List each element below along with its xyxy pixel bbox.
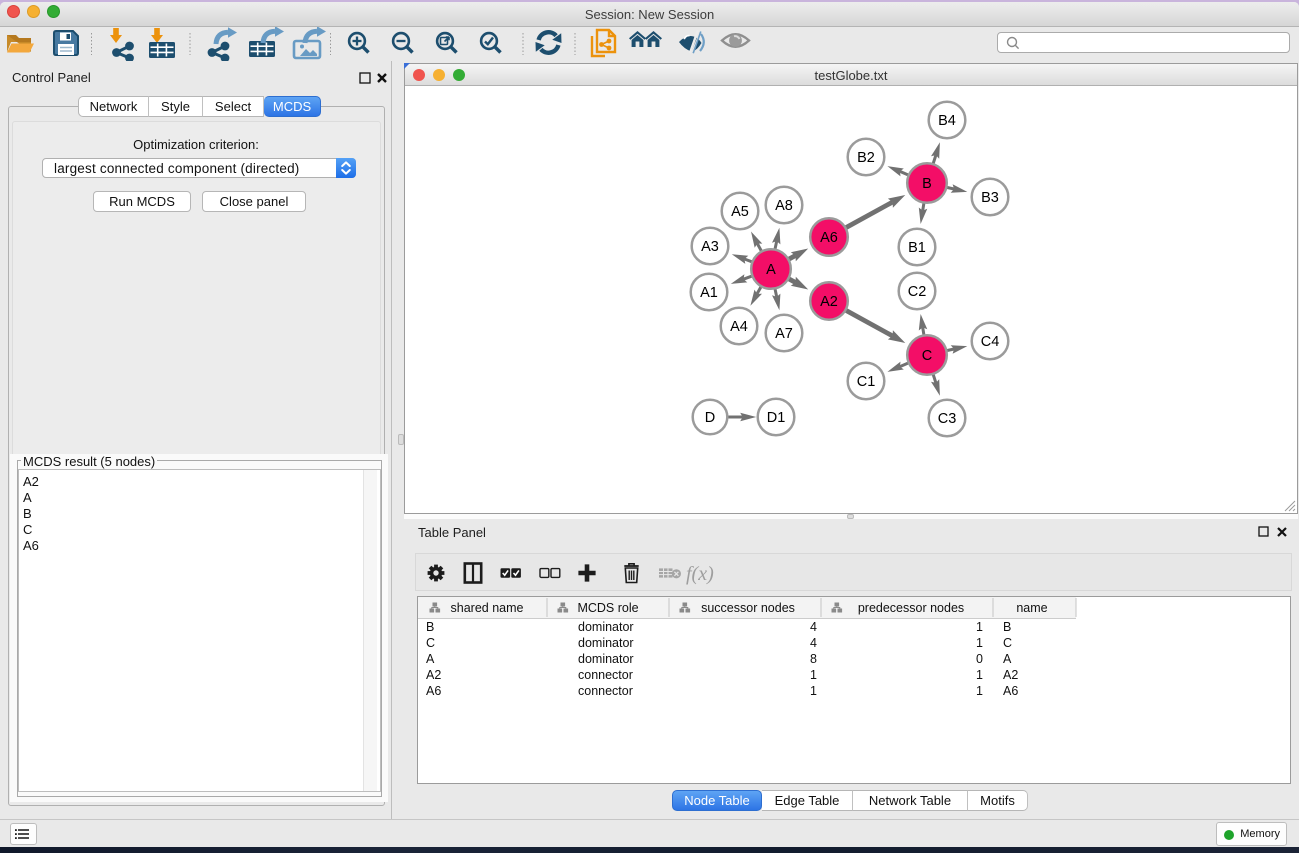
svg-text:A6: A6 xyxy=(1003,684,1018,698)
svg-text:dominator: dominator xyxy=(578,636,634,650)
svg-text:D1: D1 xyxy=(767,410,786,426)
svg-text:1: 1 xyxy=(810,684,817,698)
svg-text:C2: C2 xyxy=(908,284,927,300)
svg-text:1: 1 xyxy=(976,620,983,634)
svg-text:A2: A2 xyxy=(820,294,838,310)
svg-text:C: C xyxy=(1003,636,1012,650)
svg-text:A5: A5 xyxy=(731,204,749,220)
svg-text:C3: C3 xyxy=(938,411,957,427)
svg-text:predecessor nodes: predecessor nodes xyxy=(858,601,964,615)
svg-text:B1: B1 xyxy=(908,240,926,256)
svg-text:C4: C4 xyxy=(981,334,1000,350)
svg-text:A1: A1 xyxy=(700,285,718,301)
svg-text:f(x): f(x) xyxy=(686,563,714,585)
svg-text:successor nodes: successor nodes xyxy=(701,601,795,615)
svg-text:1: 1 xyxy=(976,636,983,650)
svg-text:A2: A2 xyxy=(1003,668,1018,682)
svg-text:1: 1 xyxy=(976,668,983,682)
svg-text:dominator: dominator xyxy=(578,652,634,666)
svg-text:B2: B2 xyxy=(857,150,875,166)
svg-text:8: 8 xyxy=(810,652,817,666)
svg-text:B: B xyxy=(1003,620,1011,634)
svg-text:shared name: shared name xyxy=(451,601,524,615)
svg-text:1: 1 xyxy=(810,668,817,682)
svg-text:0: 0 xyxy=(976,652,983,666)
svg-text:1: 1 xyxy=(976,684,983,698)
svg-text:A6: A6 xyxy=(820,230,838,246)
svg-text:C1: C1 xyxy=(857,374,876,390)
svg-text:A6: A6 xyxy=(426,684,441,698)
svg-text:B3: B3 xyxy=(981,190,999,206)
svg-text:B: B xyxy=(922,176,932,192)
svg-text:dominator: dominator xyxy=(578,620,634,634)
svg-text:B4: B4 xyxy=(938,113,956,129)
svg-text:A8: A8 xyxy=(775,198,793,214)
svg-text:D: D xyxy=(705,410,715,426)
svg-text:connector: connector xyxy=(578,668,633,682)
svg-text:name: name xyxy=(1016,601,1047,615)
svg-text:A: A xyxy=(426,652,435,666)
svg-text:A: A xyxy=(1003,652,1012,666)
svg-text:C: C xyxy=(426,636,435,650)
svg-text:A7: A7 xyxy=(775,326,793,342)
svg-text:B: B xyxy=(426,620,434,634)
svg-text:A: A xyxy=(766,262,776,278)
svg-text:A4: A4 xyxy=(730,319,748,335)
svg-text:4: 4 xyxy=(810,620,817,634)
svg-text:4: 4 xyxy=(810,636,817,650)
svg-text:connector: connector xyxy=(578,684,633,698)
svg-text:MCDS role: MCDS role xyxy=(577,601,638,615)
svg-text:C: C xyxy=(922,348,932,364)
svg-text:A3: A3 xyxy=(701,239,719,255)
svg-text:A2: A2 xyxy=(426,668,441,682)
